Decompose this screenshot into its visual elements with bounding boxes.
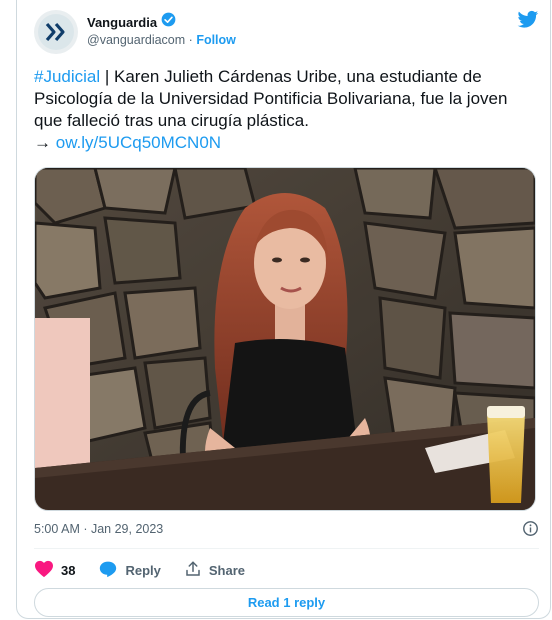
tweet-header: Vanguardia @vanguardiacom · Follow	[34, 8, 539, 56]
tweet-card: Vanguardia @vanguardiacom · Follow #Judi…	[16, 0, 551, 619]
share-button[interactable]: Share	[184, 560, 245, 581]
share-icon	[184, 560, 202, 581]
twitter-bird-icon[interactable]	[517, 10, 539, 35]
tweet-photo[interactable]	[34, 167, 536, 511]
avatar-logo-icon	[38, 14, 74, 50]
reply-bubble-icon	[98, 560, 118, 581]
read-replies-button[interactable]: Read 1 reply	[34, 588, 539, 617]
author-handle-row: @vanguardiacom · Follow	[87, 33, 236, 47]
timestamp-row: 5:00 AM · Jan 29, 2023	[34, 521, 539, 536]
tweet-text: #Judicial | Karen Julieth Cárdenas Uribe…	[34, 66, 539, 154]
tweet-body: | Karen Julieth Cárdenas Uribe, una estu…	[34, 67, 508, 130]
author-name[interactable]: Vanguardia	[87, 15, 157, 30]
read-replies-label: Read 1 reply	[247, 595, 326, 610]
avatar[interactable]	[34, 10, 78, 54]
author-handle[interactable]: @vanguardiacom	[87, 33, 185, 47]
author-name-row: Vanguardia	[87, 12, 176, 32]
divider	[34, 548, 539, 549]
handle-separator: ·	[188, 33, 193, 47]
verified-badge-icon	[161, 12, 176, 32]
like-count: 38	[61, 563, 76, 578]
photo-image	[35, 168, 535, 510]
heart-icon	[34, 560, 54, 581]
tweet-actions: 38 Reply Share	[34, 560, 268, 581]
reply-button[interactable]: Reply	[98, 560, 161, 581]
share-label: Share	[208, 563, 246, 578]
like-button[interactable]: 38	[34, 560, 75, 581]
article-link[interactable]: ow.ly/5UCq50MCN0N	[56, 133, 221, 152]
follow-button[interactable]: Follow	[196, 33, 236, 47]
tweet-timestamp[interactable]: 5:00 AM · Jan 29, 2023	[34, 522, 163, 536]
info-icon[interactable]	[522, 520, 539, 540]
link-arrow: →	[34, 133, 56, 152]
reply-label: Reply	[125, 563, 161, 578]
hashtag-link[interactable]: #Judicial	[34, 67, 100, 86]
